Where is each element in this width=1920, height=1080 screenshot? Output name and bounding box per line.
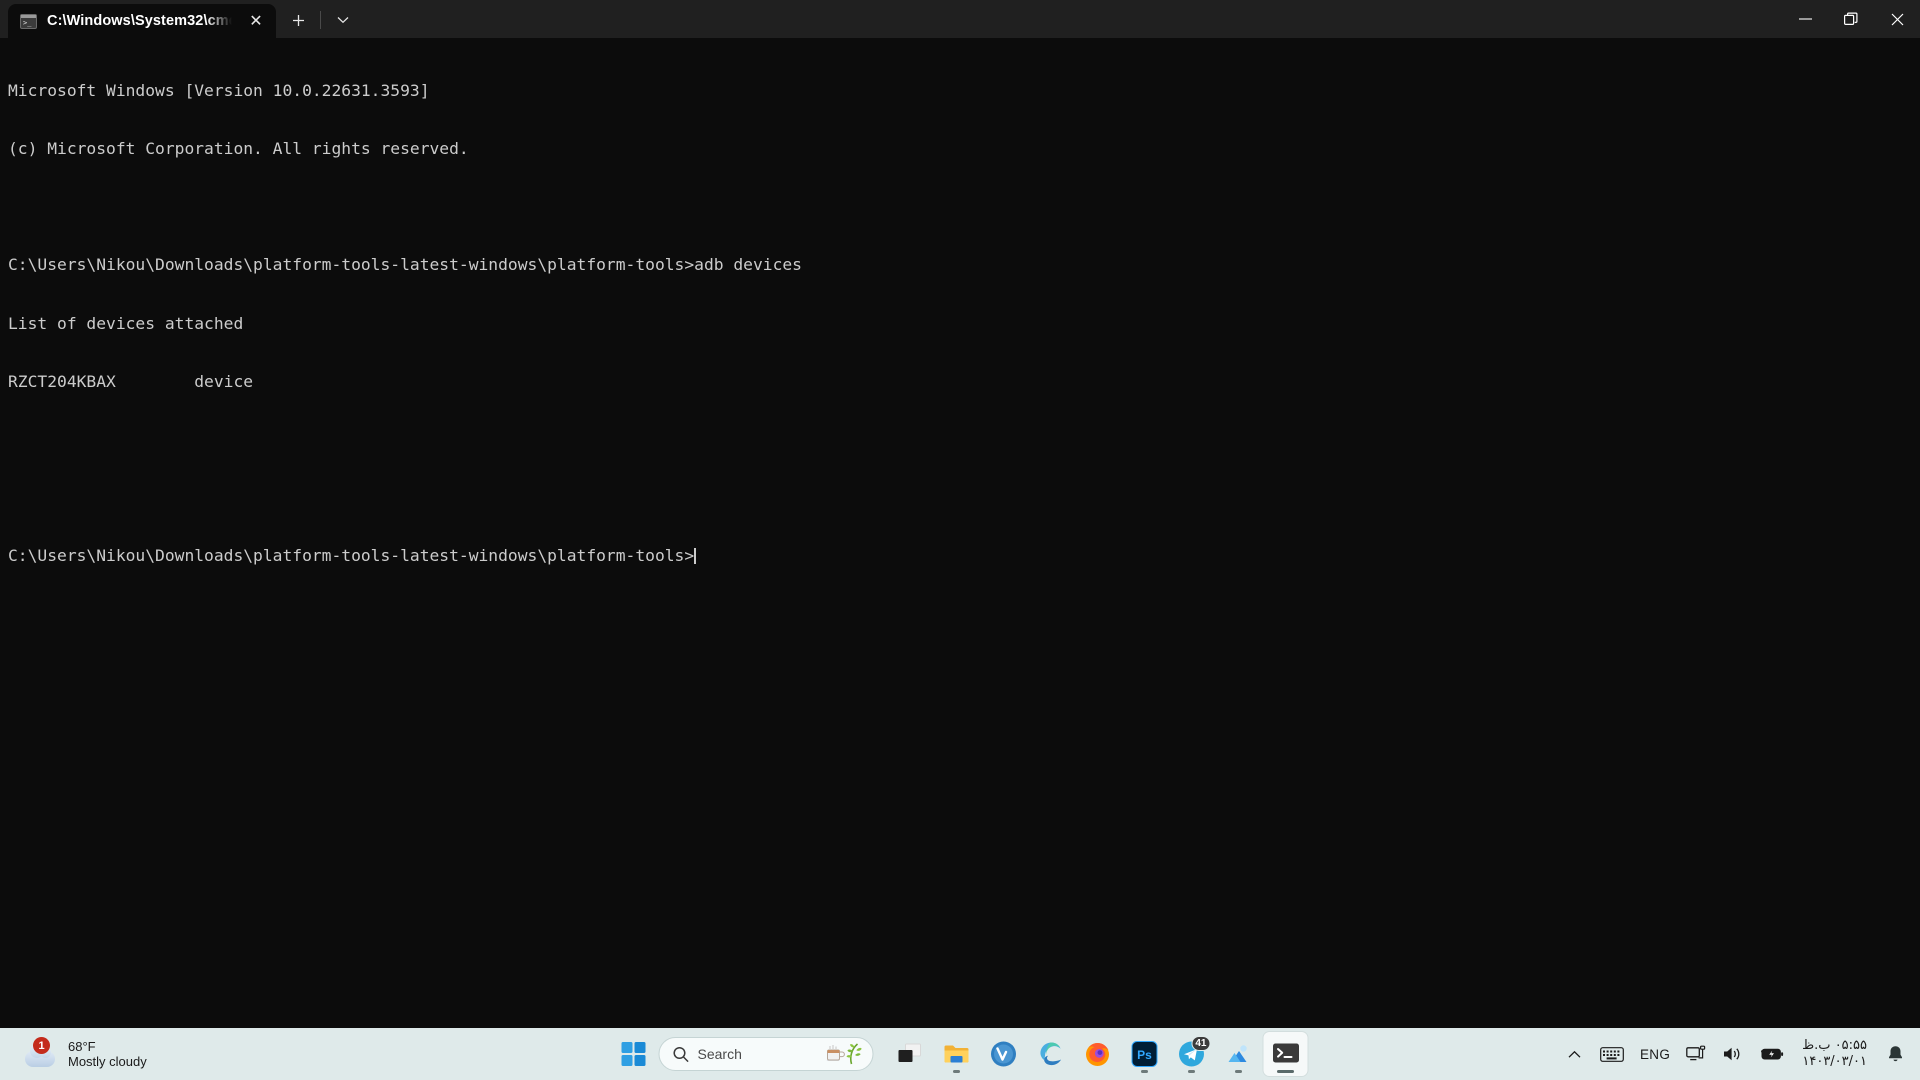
tab-dropdown-button[interactable] — [329, 6, 357, 34]
task-view-icon — [898, 1043, 921, 1062]
terminal-line-command: C:\Users\Nikou\Downloads\platform-tools-… — [8, 255, 802, 275]
terminal-icon — [1272, 1043, 1299, 1063]
taskbar: 1 68°F Mostly cloudy Search Ps 41 ENG ۰۵… — [0, 1028, 1920, 1080]
weather-temperature: 68°F — [68, 1039, 96, 1054]
taskbar-app-firefox[interactable] — [1076, 1032, 1120, 1076]
tab-strip: >_ C:\Windows\System32\cmd.e ✕ — [0, 0, 357, 38]
weather-badge: 1 — [33, 1037, 50, 1054]
search-icon — [673, 1046, 689, 1062]
photos-icon — [1228, 1045, 1247, 1062]
running-indicator — [1188, 1070, 1195, 1073]
search-placeholder: Search — [697, 1046, 742, 1062]
close-window-button[interactable] — [1874, 0, 1920, 38]
battery-charging-icon — [1761, 1048, 1784, 1060]
close-icon — [1891, 13, 1903, 25]
terminal-cursor — [694, 548, 696, 565]
terminal-prompt-line: C:\Users\Nikou\Downloads\platform-tools-… — [8, 546, 1920, 565]
taskbar-app-photoshop[interactable]: Ps — [1123, 1032, 1167, 1076]
folder-icon — [944, 1045, 969, 1063]
photoshop-icon: Ps — [1131, 1041, 1158, 1067]
minimize-icon — [1798, 18, 1812, 20]
running-indicator — [953, 1070, 960, 1073]
taskbar-center: Search Ps 41 — [613, 1028, 1308, 1080]
language-indicator[interactable]: ENG — [1633, 1034, 1677, 1074]
terminal-line-device: RZCT204KBAX device — [8, 371, 254, 391]
network-button[interactable] — [1679, 1034, 1713, 1074]
restore-icon — [1844, 12, 1858, 26]
taskbar-apps: Ps 41 — [888, 1032, 1308, 1076]
window-controls — [1782, 0, 1920, 38]
taskbar-app-vivaldi[interactable] — [982, 1032, 1026, 1076]
terminal-output[interactable]: Microsoft Windows [Version 10.0.22631.35… — [0, 38, 1920, 1080]
volume-button[interactable] — [1715, 1034, 1750, 1074]
tab-title: C:\Windows\System32\cmd.e — [47, 13, 232, 29]
taskbar-app-task-view[interactable] — [888, 1032, 932, 1076]
vivaldi-icon — [991, 1041, 1016, 1067]
taskbar-app-telegram[interactable]: 41 — [1170, 1032, 1214, 1076]
network-icon — [1686, 1045, 1706, 1061]
tray-overflow-button[interactable] — [1557, 1034, 1591, 1074]
search-illustration-icon — [821, 1041, 865, 1067]
running-indicator — [1235, 1070, 1242, 1073]
weather-text: 68°F Mostly cloudy — [68, 1039, 147, 1069]
battery-button[interactable] — [1752, 1034, 1791, 1074]
cloud-icon: 1 — [23, 1037, 59, 1069]
console-icon: >_ — [20, 13, 37, 29]
title-bar: >_ C:\Windows\System32\cmd.e ✕ — [0, 0, 1920, 38]
taskbar-app-file-explorer[interactable] — [935, 1032, 979, 1076]
taskbar-app-photos[interactable] — [1217, 1032, 1261, 1076]
edge-icon — [1040, 1042, 1062, 1066]
chevron-down-icon — [337, 17, 349, 24]
tab-separator — [320, 11, 321, 29]
chevron-up-icon — [1568, 1050, 1580, 1058]
taskbar-app-microsoft-edge[interactable] — [1029, 1032, 1073, 1076]
keyboard-icon — [1600, 1046, 1624, 1062]
volume-icon — [1724, 1047, 1740, 1061]
touch-keyboard-button[interactable] — [1593, 1034, 1631, 1074]
tab-cmd[interactable]: >_ C:\Windows\System32\cmd.e ✕ — [8, 4, 276, 38]
terminal-prompt: C:\Users\Nikou\Downloads\platform-tools-… — [8, 546, 695, 566]
minimize-button[interactable] — [1782, 0, 1828, 38]
weather-widget[interactable]: 1 68°F Mostly cloudy — [14, 1032, 156, 1076]
terminal-window: >_ C:\Windows\System32\cmd.e ✕ Microsoft… — [0, 0, 1920, 1080]
terminal-line: Microsoft Windows [Version 10.0.22631.35… — [8, 80, 430, 100]
taskbar-app-windows-terminal[interactable] — [1263, 1032, 1308, 1076]
terminal-line: List of devices attached — [8, 313, 244, 333]
terminal-line: (c) Microsoft Corporation. All rights re… — [8, 139, 469, 159]
clock-date: ۱۴۰۳/۰۳/۰۱ — [1802, 1054, 1867, 1069]
start-button[interactable] — [613, 1033, 655, 1075]
firefox-icon — [1086, 1043, 1109, 1066]
search-input[interactable]: Search — [658, 1037, 874, 1071]
restore-button[interactable] — [1828, 0, 1874, 38]
clock[interactable]: ۰۵:۵۵ ب.ظ ۱۴۰۳/۰۳/۰۱ — [1793, 1033, 1876, 1075]
new-tab-button[interactable] — [284, 6, 312, 34]
language-label: ENG — [1640, 1046, 1671, 1062]
svg-text:Ps: Ps — [1137, 1048, 1152, 1062]
close-tab-icon[interactable]: ✕ — [242, 8, 270, 34]
bell-icon — [1888, 1046, 1902, 1062]
clock-time: ۰۵:۵۵ ب.ظ — [1802, 1038, 1867, 1053]
weather-condition: Mostly cloudy — [68, 1054, 147, 1069]
telegram-badge: 41 — [1191, 1036, 1211, 1051]
windows-logo-icon — [621, 1041, 646, 1067]
system-tray: ENG ۰۵:۵۵ ب.ظ ۱۴۰۳/۰۳/۰۱ — [1557, 1028, 1912, 1080]
notifications-button[interactable] — [1878, 1034, 1912, 1074]
running-indicator — [1141, 1070, 1148, 1073]
running-indicator — [1277, 1070, 1294, 1073]
plus-icon — [292, 14, 304, 26]
